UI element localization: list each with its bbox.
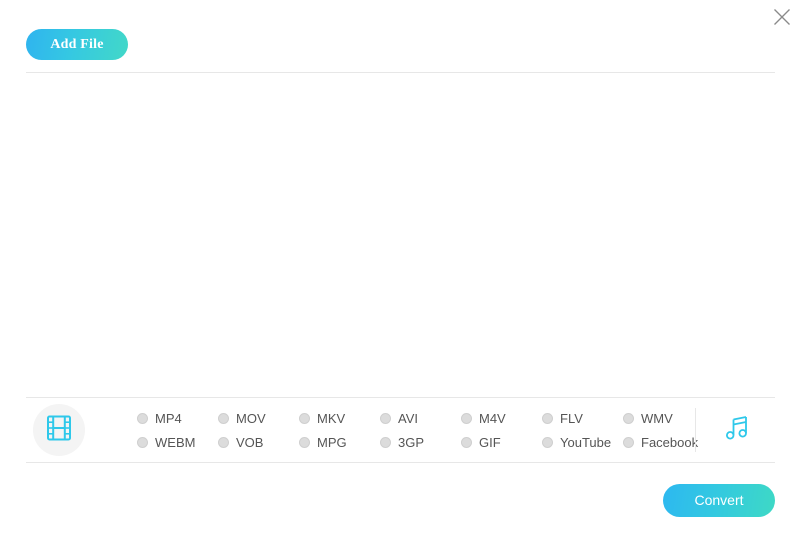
panel-vertical-divider — [695, 408, 696, 452]
format-option-avi[interactable]: AVI — [380, 410, 418, 426]
footer-bar: Convert — [0, 463, 800, 542]
radio-icon[interactable] — [542, 412, 553, 424]
video-format-tab[interactable] — [33, 404, 85, 456]
format-option-mkv[interactable]: MKV — [299, 410, 345, 426]
format-option-flv[interactable]: FLV — [542, 410, 583, 426]
format-option-3gp[interactable]: 3GP — [380, 434, 424, 450]
radio-icon[interactable] — [137, 412, 148, 424]
music-note-icon — [723, 413, 753, 448]
top-toolbar: Add File — [0, 0, 800, 73]
radio-icon[interactable] — [461, 412, 472, 424]
film-strip-icon — [44, 413, 74, 448]
radio-icon[interactable] — [623, 412, 634, 424]
format-option-youtube[interactable]: YouTube — [542, 434, 611, 450]
audio-format-tab[interactable] — [718, 410, 758, 450]
format-option-mov[interactable]: MOV — [218, 410, 266, 426]
radio-icon[interactable] — [623, 436, 634, 448]
format-option-m4v[interactable]: M4V — [461, 410, 506, 426]
radio-icon[interactable] — [218, 412, 229, 424]
radio-icon[interactable] — [380, 436, 391, 448]
format-option-grid: MP4 WEBM MOV VOB MKV MPG AVI 3GP M4V GIF… — [106, 398, 698, 462]
radio-icon[interactable] — [299, 412, 310, 424]
format-option-mp4[interactable]: MP4 — [137, 410, 182, 426]
radio-icon[interactable] — [218, 436, 229, 448]
format-option-webm[interactable]: WEBM — [137, 434, 195, 450]
video-converter-window: Add File MP4 WEBM MOV VOB MKV MPG AVI 3G… — [0, 0, 800, 542]
format-option-wmv[interactable]: WMV — [623, 410, 673, 426]
format-option-gif[interactable]: GIF — [461, 434, 501, 450]
radio-icon[interactable] — [542, 436, 553, 448]
format-option-mpg[interactable]: MPG — [299, 434, 347, 450]
format-option-vob[interactable]: VOB — [218, 434, 263, 450]
add-file-button[interactable]: Add File — [26, 29, 128, 60]
convert-button[interactable]: Convert — [663, 484, 775, 517]
output-format-panel: MP4 WEBM MOV VOB MKV MPG AVI 3GP M4V GIF… — [26, 398, 775, 462]
radio-icon[interactable] — [137, 436, 148, 448]
radio-icon[interactable] — [461, 436, 472, 448]
format-option-facebook[interactable]: Facebook — [623, 434, 698, 450]
radio-icon[interactable] — [380, 412, 391, 424]
file-list-area[interactable] — [26, 73, 775, 397]
radio-icon[interactable] — [299, 436, 310, 448]
